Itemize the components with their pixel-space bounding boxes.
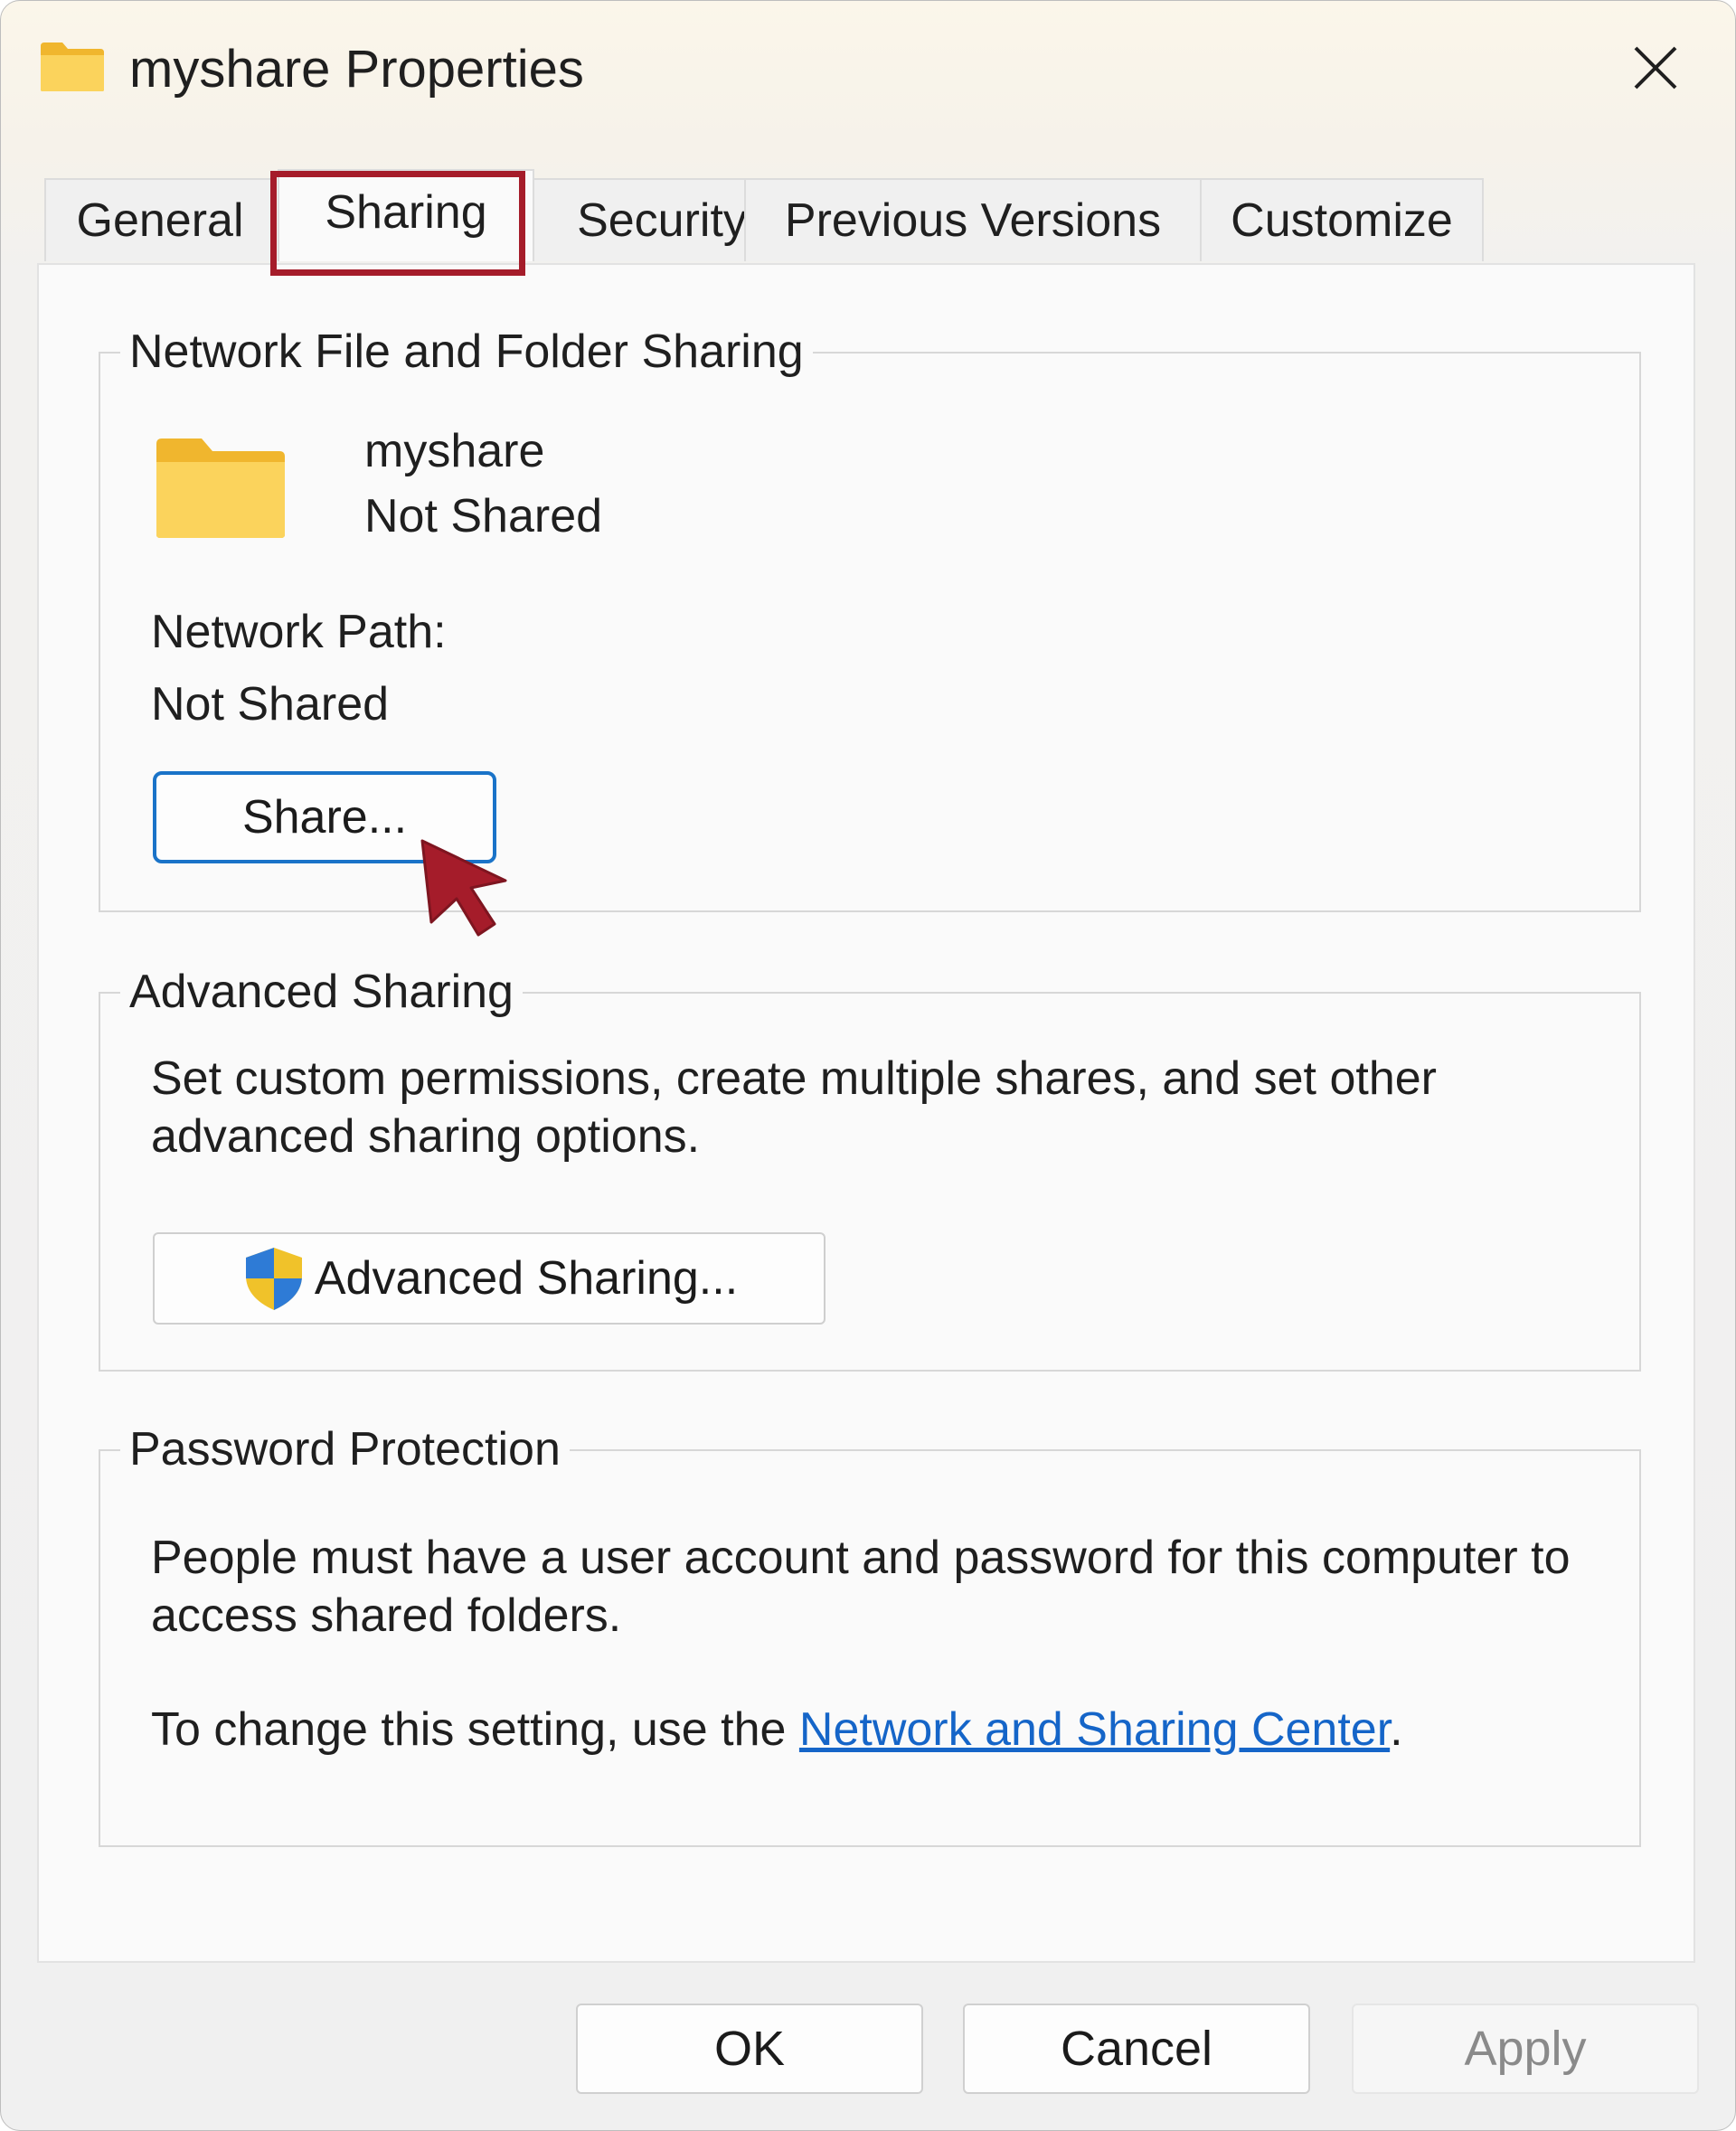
uac-shield-icon [241,1245,307,1312]
share-status: Not Shared [364,490,603,542]
cancel-button[interactable]: Cancel [963,2004,1310,2094]
folder-icon [155,437,287,540]
tab-general[interactable]: General [44,178,276,261]
share-button[interactable]: Share... [153,771,496,863]
password-setting-sentence: To change this setting, use the Network … [151,1701,1403,1759]
password-setting-prefix: To change this setting, use the [151,1703,799,1756]
folder-name: myshare [364,425,545,477]
advanced-sharing-group: Advanced Sharing Set custom permissions,… [99,961,1641,1372]
password-protection-description-line2: access shared folders. [151,1589,622,1642]
advanced-sharing-legend: Advanced Sharing [120,961,523,1023]
tab-sharing[interactable]: Sharing [278,169,534,261]
close-icon [1630,42,1681,98]
close-button[interactable] [1619,33,1692,106]
title-bar: myshare Properties [1,1,1735,146]
properties-dialog: myshare Properties General Sharing Secur… [0,0,1736,2131]
advanced-sharing-description-line1: Set custom permissions, create multiple … [151,1052,1437,1105]
ok-button[interactable]: OK [576,2004,923,2094]
advanced-sharing-description-line2: advanced sharing options. [151,1110,701,1163]
window-title: myshare Properties [129,40,584,99]
password-setting-suffix: . [1390,1703,1403,1756]
network-path-label: Network Path: [151,606,447,658]
network-sharing-legend: Network File and Folder Sharing [120,321,813,382]
advanced-sharing-button-label: Advanced Sharing... [314,1252,739,1305]
tab-previous-versions[interactable]: Previous Versions [744,178,1202,261]
network-sharing-center-link[interactable]: Network and Sharing Center [799,1703,1390,1756]
sharing-tab-panel: Network File and Folder Sharing myshare … [37,263,1695,1963]
password-protection-legend: Password Protection [120,1419,570,1480]
tab-customize[interactable]: Customize [1200,178,1484,261]
password-protection-group: Password Protection People must have a u… [99,1419,1641,1847]
network-sharing-group: Network File and Folder Sharing myshare … [99,321,1641,912]
network-path-value: Not Shared [151,678,390,731]
password-protection-description-line1: People must have a user account and pass… [151,1532,1571,1584]
folder-icon [39,41,106,93]
advanced-sharing-button[interactable]: Advanced Sharing... [153,1232,826,1325]
apply-button[interactable]: Apply [1352,2004,1699,2094]
